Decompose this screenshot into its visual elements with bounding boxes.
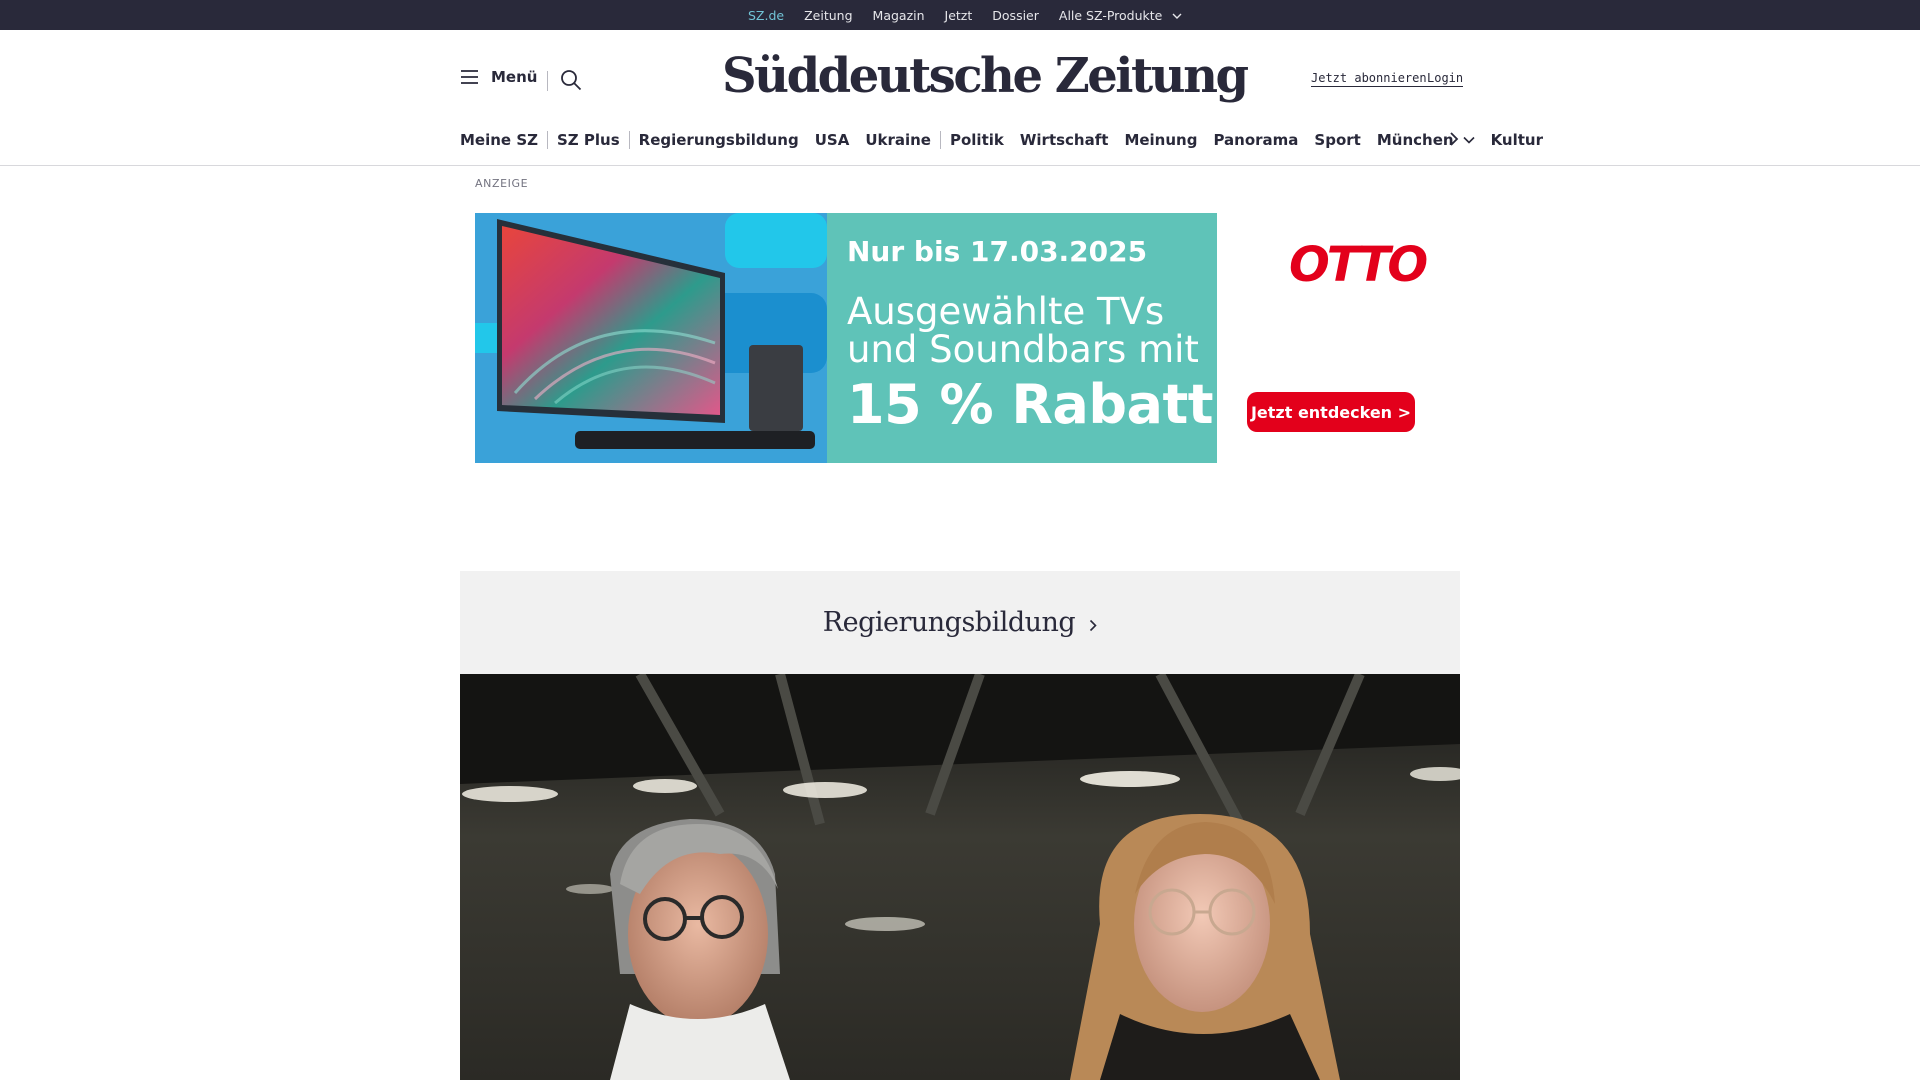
nav-item-usa[interactable]: USA bbox=[815, 131, 850, 149]
nav-item-wirtschaft[interactable]: Wirtschaft bbox=[1020, 131, 1109, 149]
ad-headline-line-1: Ausgewählte TVs bbox=[847, 290, 1165, 333]
product-link-zeitung[interactable]: Zeitung bbox=[804, 8, 852, 23]
topic-header[interactable]: Regierungsbildung bbox=[460, 571, 1460, 674]
chevron-down-icon bbox=[1462, 136, 1475, 144]
nav-divider bbox=[547, 131, 548, 149]
otto-ad-banner[interactable]: Nur bis 17.03.2025 Ausgewählte TVs und S… bbox=[475, 213, 1452, 463]
top-product-bar: SZ.de Zeitung Magazin Jetzt Dossier Alle… bbox=[0, 0, 1920, 30]
chevron-right-icon bbox=[1090, 619, 1097, 632]
nav-item-panorama[interactable]: Panorama bbox=[1213, 131, 1298, 149]
otto-logo: OTTO bbox=[1289, 237, 1428, 293]
product-link-sz-de[interactable]: SZ.de bbox=[748, 8, 784, 23]
nav-divider bbox=[628, 131, 630, 149]
ad-brand-panel: OTTO Jetzt entdecken > bbox=[1217, 213, 1452, 463]
menu-button[interactable]: Menü bbox=[460, 68, 537, 86]
subscribe-link[interactable]: Jetzt abonnieren bbox=[1311, 71, 1427, 87]
search-button[interactable] bbox=[560, 69, 582, 95]
ad-cta-button[interactable]: Jetzt entdecken > bbox=[1247, 392, 1415, 432]
nav-item-muenchen-label: München bbox=[1376, 131, 1454, 149]
nav-divider bbox=[939, 131, 941, 149]
nav-item-sz-plus[interactable]: SZ Plus bbox=[557, 131, 620, 149]
nav-item-sport[interactable]: Sport bbox=[1314, 131, 1360, 149]
chevron-right-icon[interactable] bbox=[1449, 131, 1459, 147]
nav-item-meine-sz[interactable]: Meine SZ bbox=[460, 131, 538, 149]
nav-item-ukraine[interactable]: Ukraine bbox=[865, 131, 931, 149]
all-products-dropdown[interactable]: Alle SZ-Produkte bbox=[1059, 8, 1182, 23]
product-link-magazin[interactable]: Magazin bbox=[873, 8, 925, 23]
product-nav: SZ.de Zeitung Magazin Jetzt Dossier Alle… bbox=[748, 0, 1202, 30]
nav-item-meinung[interactable]: Meinung bbox=[1124, 131, 1197, 149]
product-link-dossier[interactable]: Dossier bbox=[992, 8, 1039, 23]
topic-title: Regierungsbildung bbox=[822, 607, 1076, 638]
nav-item-regierungsbildung[interactable]: Regierungsbildung bbox=[639, 131, 799, 149]
ad-headline-line-2: und Soundbars mit bbox=[847, 328, 1199, 371]
menu-label: Menü bbox=[491, 68, 538, 86]
ad-label: ANZEIGE bbox=[475, 177, 529, 190]
site-logo[interactable]: Süddeutsche Zeitung bbox=[722, 48, 1249, 104]
ad-headline: Ausgewählte TVs und Soundbars mit bbox=[847, 293, 1217, 369]
section-nav: Meine SZ SZ Plus Regierungsbildung USA U… bbox=[460, 129, 1543, 151]
tv-soundbar-illustration bbox=[475, 213, 827, 463]
site-header: Menü Süddeutsche Zeitung Jetzt abonniere… bbox=[0, 30, 1920, 166]
all-products-label: Alle SZ-Produkte bbox=[1058, 7, 1163, 23]
nav-item-muenchen[interactable]: München bbox=[1377, 131, 1475, 149]
hero-photo bbox=[460, 674, 1460, 1080]
nav-item-kultur[interactable]: Kultur bbox=[1491, 131, 1543, 149]
ad-discount-text: 15 % Rabatt bbox=[847, 373, 1214, 436]
search-icon bbox=[561, 70, 582, 91]
ad-text-panel: Nur bis 17.03.2025 Ausgewählte TVs und S… bbox=[827, 213, 1217, 463]
hero-article-image[interactable] bbox=[460, 674, 1460, 1080]
login-link[interactable]: Login bbox=[1427, 71, 1464, 87]
nav-item-politik[interactable]: Politik bbox=[950, 131, 1004, 149]
hamburger-icon bbox=[461, 70, 478, 84]
chevron-down-icon bbox=[1172, 13, 1182, 19]
ad-date-text: Nur bis 17.03.2025 bbox=[847, 235, 1148, 268]
product-link-jetzt[interactable]: Jetzt bbox=[945, 8, 973, 23]
ad-tv-image bbox=[475, 213, 827, 463]
header-divider bbox=[547, 71, 548, 91]
